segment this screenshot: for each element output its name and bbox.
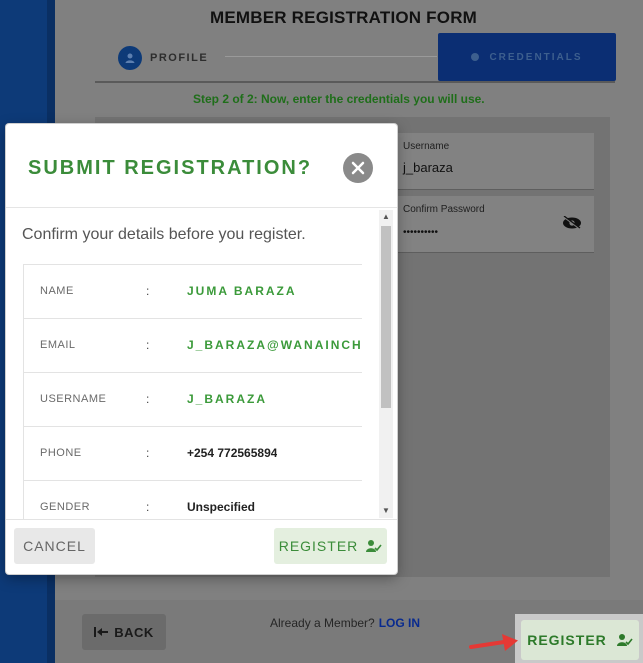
detail-separator: :: [146, 500, 150, 514]
detail-label: GENDER: [40, 501, 91, 513]
detail-row-name: NAME : JUMA BARAZA: [24, 265, 362, 319]
detail-label: EMAIL: [40, 339, 76, 351]
submit-registration-dialog: SUBMIT REGISTRATION? Confirm your detail…: [6, 124, 397, 574]
detail-row-gender: GENDER : Unspecified: [24, 481, 362, 519]
register-label: REGISTER: [527, 632, 607, 648]
close-icon: [351, 161, 365, 175]
detail-label: PHONE: [40, 447, 82, 459]
stepper-underline: [95, 81, 615, 83]
scroll-up-icon[interactable]: ▲: [382, 213, 390, 221]
arrow-left-icon: [94, 627, 109, 637]
dialog-register-label: REGISTER: [278, 538, 359, 554]
dialog-scrollbar[interactable]: ▲ ▼: [379, 210, 393, 518]
detail-label: NAME: [40, 285, 74, 297]
dialog-footer: CANCEL REGISTER: [6, 519, 397, 574]
detail-value: JUMA BARAZA: [187, 284, 297, 298]
back-button[interactable]: BACK: [82, 614, 166, 650]
already-member-label: Already a Member?: [270, 616, 375, 630]
already-member-text: Already a Member? LOG IN: [270, 616, 420, 630]
detail-row-phone: PHONE : +254 772565894: [24, 427, 362, 481]
detail-row-email: EMAIL : J_BARAZA@WANAINCH: [24, 319, 362, 373]
detail-separator: :: [146, 392, 150, 406]
step-credentials-label: CREDENTIALS: [489, 51, 583, 63]
confirm-password-field[interactable]: Confirm Password ••••••••••: [396, 196, 594, 253]
dialog-register-button[interactable]: REGISTER: [274, 528, 387, 564]
person-icon: [118, 46, 142, 70]
key-icon: [471, 53, 480, 61]
step-note: Step 2 of 2: Now, enter the credentials …: [193, 92, 485, 106]
username-field[interactable]: Username j_baraza: [396, 133, 594, 190]
user-check-icon: [366, 540, 382, 552]
detail-separator: :: [146, 446, 150, 460]
dialog-intro: Confirm your details before you register…: [22, 226, 306, 243]
dialog-header: SUBMIT REGISTRATION?: [6, 124, 397, 208]
detail-value: Unspecified: [187, 500, 256, 514]
detail-value: J_BARAZA@WANAINCH: [187, 338, 362, 352]
detail-label: USERNAME: [40, 393, 107, 405]
cancel-button[interactable]: CANCEL: [14, 528, 95, 564]
detail-separator: :: [146, 338, 150, 352]
detail-value: +254 772565894: [187, 446, 278, 460]
details-list: NAME : JUMA BARAZA EMAIL : J_BARAZA@WANA…: [23, 264, 362, 519]
user-check-icon: [616, 634, 633, 646]
confirm-password-label: Confirm Password: [403, 204, 485, 215]
detail-row-username: USERNAME : J_BARAZA: [24, 373, 362, 427]
form-title: MEMBER REGISTRATION FORM: [210, 8, 478, 27]
step-profile-label: PROFILE: [150, 52, 209, 64]
register-button[interactable]: REGISTER: [521, 620, 639, 660]
scroll-down-icon[interactable]: ▼: [382, 507, 390, 515]
dialog-body[interactable]: Confirm your details before you register…: [6, 208, 397, 519]
back-label: BACK: [114, 624, 154, 640]
close-button[interactable]: [343, 153, 373, 183]
eye-off-icon[interactable]: [562, 216, 582, 230]
step-credentials[interactable]: CREDENTIALS: [438, 33, 616, 81]
step-profile[interactable]: PROFILE: [118, 46, 208, 70]
step-connector: [225, 56, 437, 57]
scrollbar-thumb[interactable]: [381, 226, 391, 408]
detail-value: J_BARAZA: [187, 392, 268, 406]
username-value: j_baraza: [403, 160, 453, 175]
dialog-title: SUBMIT REGISTRATION?: [28, 157, 313, 179]
confirm-password-value: ••••••••••: [403, 227, 439, 238]
detail-separator: :: [146, 284, 150, 298]
login-link[interactable]: LOG IN: [379, 616, 420, 630]
annotation-arrow-icon: [469, 634, 518, 651]
username-label: Username: [403, 141, 450, 152]
